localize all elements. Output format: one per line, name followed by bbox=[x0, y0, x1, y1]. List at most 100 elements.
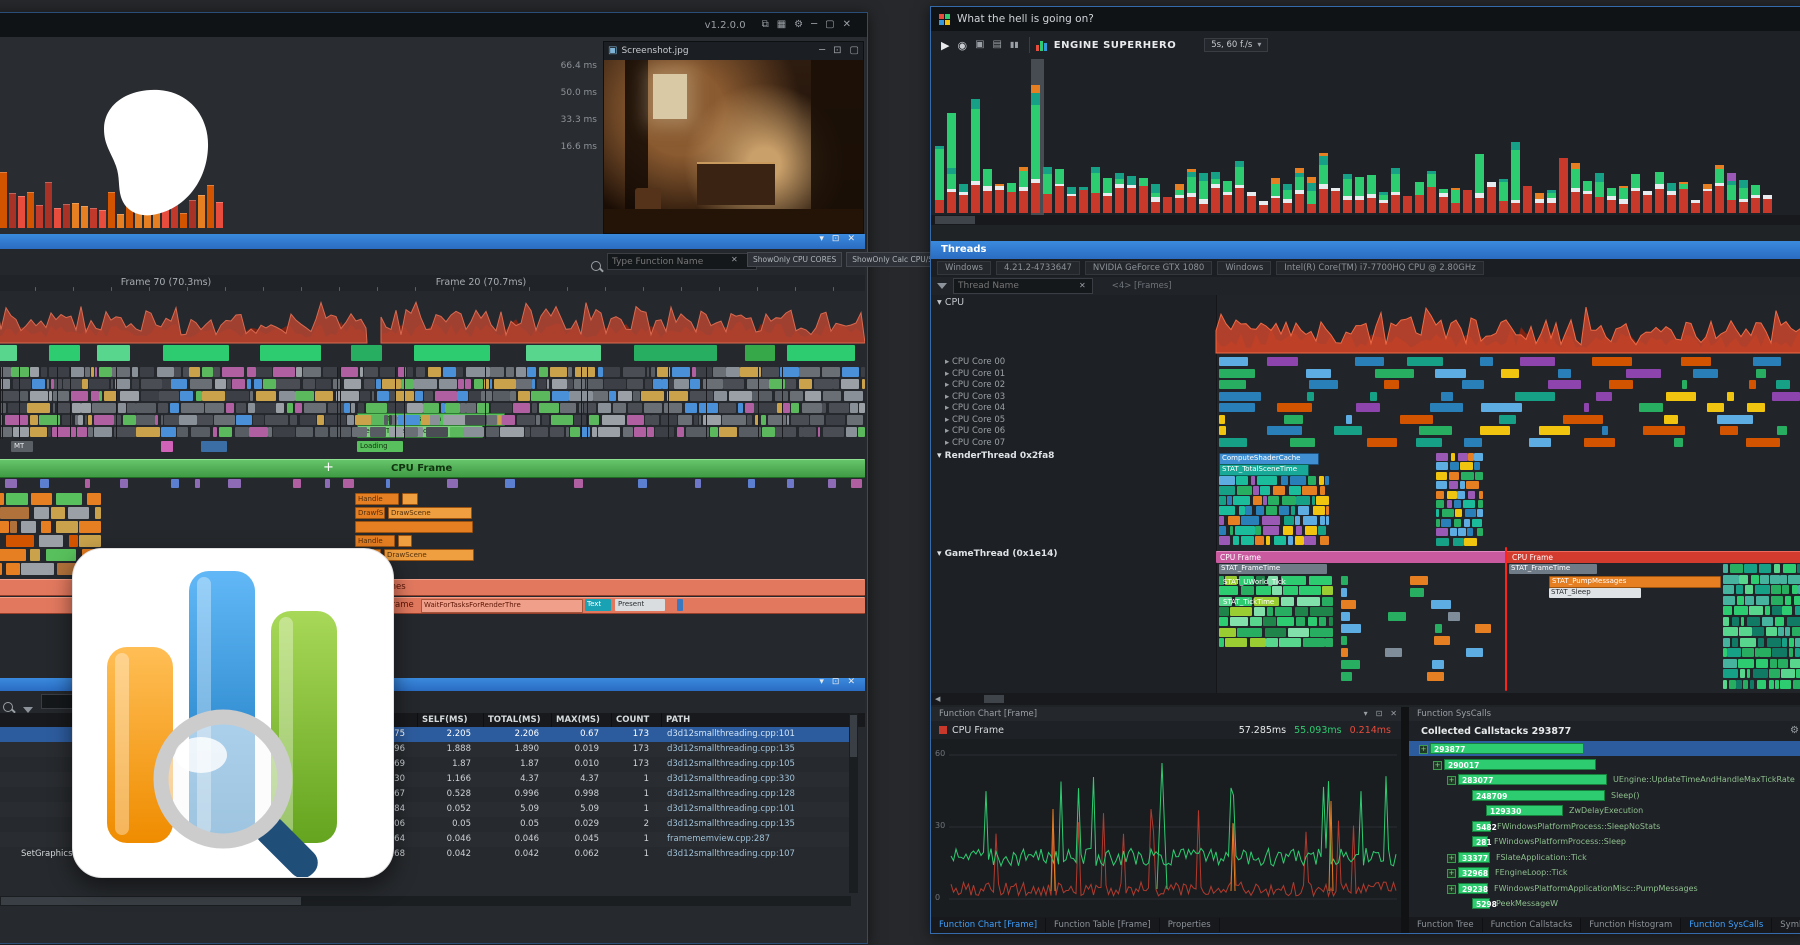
timeline-event-block[interactable] bbox=[140, 367, 154, 377]
game-event-block[interactable] bbox=[1747, 617, 1760, 626]
frame-bar-stack[interactable] bbox=[1355, 177, 1364, 213]
game-event-block[interactable] bbox=[1303, 638, 1325, 647]
maximize-icon[interactable]: ▢ bbox=[825, 20, 834, 30]
worker-event-block[interactable] bbox=[30, 549, 40, 561]
panel-splitter[interactable] bbox=[1401, 707, 1409, 933]
cpu-group-label[interactable]: ▾ CPU bbox=[937, 297, 964, 308]
timeline-event-block[interactable] bbox=[364, 367, 377, 377]
game-event-block[interactable] bbox=[1265, 628, 1286, 637]
timeline-event-block[interactable] bbox=[352, 427, 368, 437]
timeline-event-block[interactable] bbox=[371, 415, 383, 425]
core-event-block[interactable] bbox=[1346, 415, 1352, 424]
game-event-block[interactable] bbox=[1741, 617, 1745, 626]
game-event-block[interactable] bbox=[1740, 669, 1745, 678]
timeline-event-block[interactable] bbox=[372, 391, 375, 401]
render-event-block[interactable] bbox=[1303, 516, 1317, 525]
core-event-block[interactable] bbox=[1419, 426, 1452, 435]
core-event-block[interactable] bbox=[1776, 380, 1791, 389]
game-event-block[interactable] bbox=[1745, 596, 1754, 605]
table-column-header[interactable]: SELF(MS) bbox=[417, 713, 486, 727]
timeline-event-block[interactable] bbox=[215, 379, 226, 389]
timeline-event-block[interactable] bbox=[358, 403, 364, 413]
game-event-block[interactable] bbox=[1431, 600, 1451, 609]
core-event-block[interactable] bbox=[1558, 369, 1571, 378]
render-event-block[interactable] bbox=[1478, 500, 1483, 508]
timeline-event-block[interactable] bbox=[118, 403, 126, 413]
game-event-block[interactable] bbox=[1723, 638, 1730, 647]
frame-bar-stack[interactable] bbox=[1319, 153, 1328, 213]
render-event-block[interactable] bbox=[1326, 516, 1329, 525]
table-column-header[interactable]: MAX(MS) bbox=[551, 713, 614, 727]
core-event-block[interactable] bbox=[1219, 438, 1247, 447]
scroll-left-icon[interactable]: ◀ bbox=[935, 696, 940, 703]
frame-bar-stack[interactable] bbox=[1559, 158, 1568, 213]
timeline-event-block[interactable] bbox=[71, 391, 88, 401]
render-event-block[interactable] bbox=[1468, 491, 1475, 499]
core-event-block[interactable] bbox=[1407, 357, 1443, 366]
frame-history-bar[interactable] bbox=[63, 204, 70, 228]
timeline-event-block[interactable] bbox=[398, 415, 420, 425]
game-event-block[interactable] bbox=[1770, 659, 1778, 668]
game-event-block[interactable] bbox=[1727, 648, 1741, 657]
render-event-block[interactable] bbox=[1219, 496, 1226, 505]
frame-bar-stack[interactable] bbox=[1343, 174, 1352, 213]
game-event-block[interactable] bbox=[1219, 617, 1228, 626]
game-thread-label[interactable]: ▾ GameThread (0x1e14) bbox=[937, 549, 1058, 559]
timeline-event-block[interactable] bbox=[456, 367, 463, 377]
game-event-block[interactable] bbox=[1794, 596, 1800, 605]
timeline-event-block[interactable] bbox=[380, 367, 395, 377]
timeline-event-block[interactable] bbox=[155, 415, 158, 425]
timeline-event-block[interactable] bbox=[85, 367, 90, 377]
timeline-event-block[interactable] bbox=[235, 427, 249, 437]
render-event-block[interactable] bbox=[1230, 526, 1233, 535]
frame-bar-stack[interactable] bbox=[1583, 181, 1592, 213]
timeline-event-block[interactable] bbox=[822, 367, 840, 377]
core-event-block[interactable] bbox=[1609, 380, 1633, 389]
timeline-event-block[interactable] bbox=[719, 427, 737, 437]
game-event-block[interactable] bbox=[1432, 660, 1444, 669]
timeline-event-block[interactable] bbox=[465, 379, 472, 389]
timeline-event-block[interactable] bbox=[474, 379, 483, 389]
game-event-block[interactable] bbox=[1778, 627, 1784, 636]
game-event-block[interactable] bbox=[1732, 638, 1737, 647]
timeline-event-block[interactable] bbox=[303, 379, 315, 389]
game-event-block[interactable] bbox=[1299, 586, 1321, 595]
game-event-block[interactable] bbox=[1296, 617, 1305, 626]
game-event-block[interactable] bbox=[1341, 672, 1352, 681]
game-event-block[interactable] bbox=[1723, 596, 1735, 605]
timeline-event-block[interactable] bbox=[91, 391, 99, 401]
fiber-event-block[interactable] bbox=[40, 479, 49, 488]
timeline-event-block[interactable] bbox=[477, 403, 489, 413]
frame-bar-stack[interactable] bbox=[1763, 195, 1772, 213]
frame-bar-stack[interactable] bbox=[1547, 190, 1556, 213]
timeline-event-block[interactable] bbox=[803, 427, 816, 437]
frame-bar-stack[interactable] bbox=[995, 184, 1004, 213]
timeline-event-block[interactable] bbox=[623, 427, 633, 437]
render-event-block[interactable] bbox=[1305, 526, 1317, 535]
render-event-block[interactable] bbox=[1436, 481, 1447, 489]
game-event-block[interactable] bbox=[1281, 597, 1294, 606]
timeline-event-block[interactable] bbox=[159, 391, 179, 401]
game-event-block[interactable] bbox=[1793, 680, 1800, 689]
timeline-event-block[interactable] bbox=[443, 415, 465, 425]
core-row-label[interactable]: ▸ CPU Core 01 bbox=[945, 369, 1005, 379]
timeline-event-block[interactable] bbox=[88, 415, 92, 425]
timeline-event-block[interactable] bbox=[768, 415, 786, 425]
render-event-block[interactable] bbox=[1436, 462, 1448, 470]
timeline-event-block[interactable] bbox=[518, 391, 531, 401]
timeline-event-block[interactable] bbox=[491, 403, 512, 413]
fiber-event-block[interactable] bbox=[325, 479, 330, 488]
render-event-block[interactable] bbox=[1450, 528, 1457, 536]
core-event-block[interactable] bbox=[1219, 357, 1248, 366]
game-event-block[interactable] bbox=[1237, 628, 1262, 637]
timeline-event-block[interactable] bbox=[120, 391, 139, 401]
timeline-event-block[interactable] bbox=[423, 403, 439, 413]
timeline-event-block[interactable] bbox=[790, 391, 803, 401]
game-event-block[interactable] bbox=[1739, 575, 1748, 584]
timeline-event-block[interactable] bbox=[516, 379, 531, 389]
present-block[interactable]: Present bbox=[615, 599, 665, 611]
timeline-event-block[interactable] bbox=[823, 427, 844, 437]
record-icon[interactable]: ◉ bbox=[957, 40, 967, 51]
game-event-block[interactable] bbox=[1322, 597, 1333, 606]
cpu-frame-red-bar[interactable]: CPU Frame bbox=[1506, 551, 1800, 563]
